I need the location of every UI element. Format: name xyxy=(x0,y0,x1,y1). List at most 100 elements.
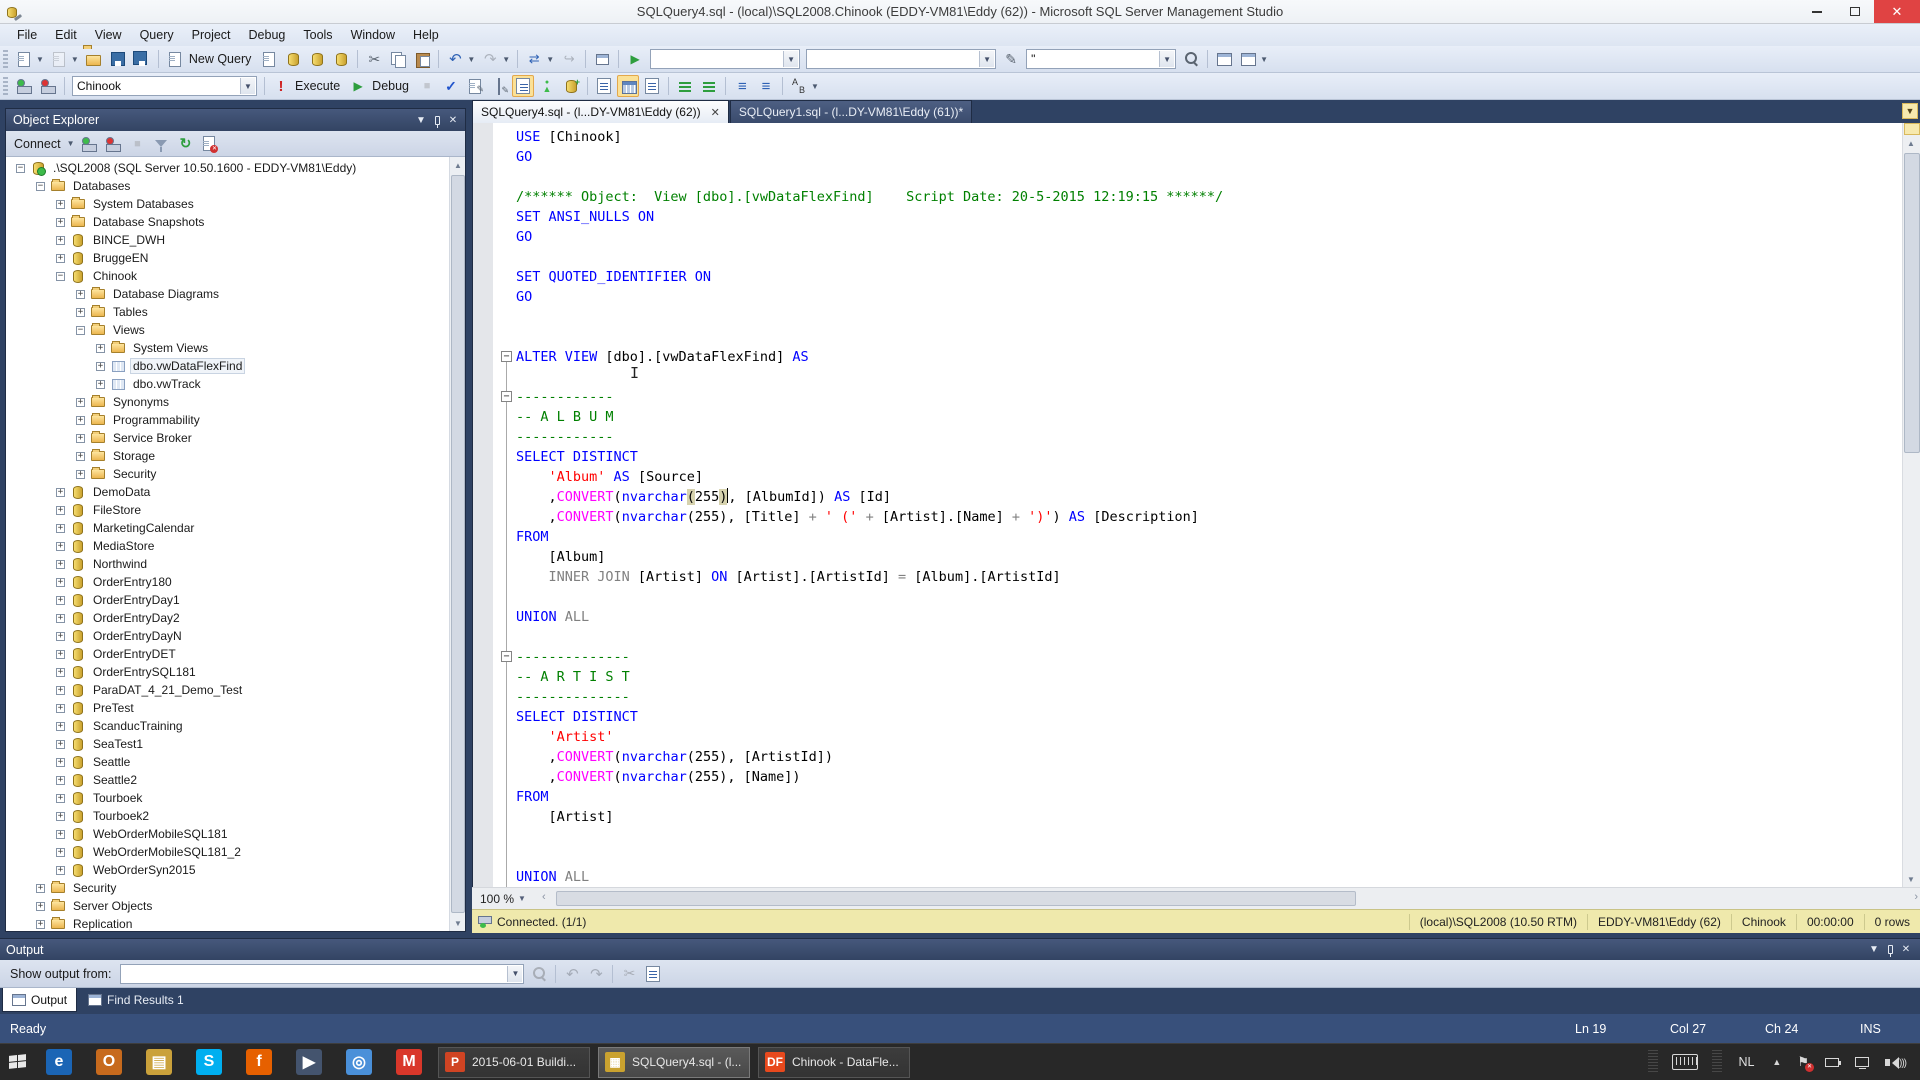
outlook-icon[interactable]: O xyxy=(84,1044,134,1080)
decrease-indent-icon[interactable] xyxy=(731,75,753,97)
taskbar-ssms-button[interactable]: ▦SQLQuery4.sql - (l... xyxy=(598,1047,750,1078)
taskbar-powerpoint-button[interactable]: P2015-06-01 Buildi... xyxy=(438,1047,590,1078)
expand-icon[interactable]: + xyxy=(56,776,65,785)
tree-item[interactable]: +Storage xyxy=(6,447,449,465)
save-all-icon[interactable] xyxy=(131,48,153,70)
taskbar-dataflex-button[interactable]: DFChinook - DataFle... xyxy=(758,1047,910,1078)
previous-message-icon[interactable] xyxy=(561,963,583,985)
tree-item[interactable]: +Service Broker xyxy=(6,429,449,447)
tree-item[interactable]: +OrderEntryDET xyxy=(6,645,449,663)
tree-item[interactable]: +BruggeEN xyxy=(6,249,449,267)
expand-icon[interactable]: + xyxy=(76,398,85,407)
scrollbar-thumb[interactable] xyxy=(556,891,1356,906)
internet-explorer-icon[interactable]: e xyxy=(34,1044,84,1080)
tree-item[interactable]: +Tables xyxy=(6,303,449,321)
menu-debug[interactable]: Debug xyxy=(240,25,295,45)
expand-icon[interactable]: + xyxy=(56,650,65,659)
hidden-icons-arrow-icon[interactable]: ▲ xyxy=(1772,1057,1781,1067)
object-explorer-title-bar[interactable]: Object Explorer ▼ ✕ xyxy=(6,109,465,131)
expand-icon[interactable]: + xyxy=(36,902,45,911)
properties-window-icon[interactable] xyxy=(1237,48,1259,70)
power-icon[interactable] xyxy=(1825,1058,1839,1067)
add-item-icon[interactable] xyxy=(48,48,70,70)
expand-icon[interactable]: + xyxy=(56,758,65,767)
scroll-right-icon[interactable]: › xyxy=(1914,891,1918,903)
undo-icon[interactable] xyxy=(444,48,466,70)
chrome-icon[interactable]: ◎ xyxy=(334,1044,384,1080)
tree-item[interactable]: −.\SQL2008 (SQL Server 10.50.1600 - EDDY… xyxy=(6,159,449,177)
tree-item[interactable]: +Security xyxy=(6,465,449,483)
expand-icon[interactable]: + xyxy=(56,866,65,875)
parse-icon[interactable] xyxy=(440,75,462,97)
tree-item[interactable]: −Chinook xyxy=(6,267,449,285)
tree-item[interactable]: +Northwind xyxy=(6,555,449,573)
toggle-word-wrap-icon[interactable] xyxy=(642,963,664,985)
scroll-up-icon[interactable]: ▲ xyxy=(1903,135,1919,151)
tree-item[interactable]: +dbo.vwDataFlexFind xyxy=(6,357,449,375)
new-query-button-label[interactable]: New Query xyxy=(189,52,252,66)
results-to-text-icon[interactable] xyxy=(593,75,615,97)
firefox-icon[interactable]: f xyxy=(234,1044,284,1080)
debug-label[interactable]: Debug xyxy=(372,79,409,93)
scrollbar-thumb[interactable] xyxy=(451,175,465,913)
navigate-forward-icon[interactable]: ↪ xyxy=(558,48,580,70)
tree-item[interactable]: +Tourboek xyxy=(6,789,449,807)
change-connection-icon[interactable] xyxy=(37,75,59,97)
expand-icon[interactable]: + xyxy=(56,578,65,587)
document-tab-2[interactable]: SQLQuery1.sql - (l...DY-VM81\Eddy (61))* xyxy=(730,100,972,123)
editor-vertical-scrollbar[interactable]: ▲ ▼ xyxy=(1902,123,1920,887)
zoom-level[interactable]: 100 % xyxy=(472,892,518,906)
close-button[interactable]: ✕ xyxy=(1874,0,1920,23)
execute-icon[interactable] xyxy=(270,75,292,97)
skype-icon[interactable]: S xyxy=(184,1044,234,1080)
editor-horizontal-scrollbar[interactable]: ‹ › xyxy=(540,888,1920,909)
tree-item[interactable]: +DemoData xyxy=(6,483,449,501)
start-button[interactable] xyxy=(0,1044,34,1080)
network-icon[interactable] xyxy=(1855,1057,1869,1067)
dropdown-arrow-icon[interactable]: ▼ xyxy=(502,55,510,64)
expand-icon[interactable]: + xyxy=(56,830,65,839)
query-designer-icon[interactable]: ✎ xyxy=(464,75,486,97)
dropdown-arrow-icon[interactable]: ▼ xyxy=(71,55,79,64)
tree-item[interactable]: +Security xyxy=(6,879,449,897)
tree-item[interactable]: +WebOrderMobileSQL181_2 xyxy=(6,843,449,861)
new-query-button[interactable] xyxy=(164,48,186,70)
gmail-icon[interactable]: M xyxy=(384,1044,434,1080)
tree-item[interactable]: +SeaTest1 xyxy=(6,735,449,753)
show-output-from-combo[interactable]: ▼ xyxy=(120,964,524,984)
expand-icon[interactable]: + xyxy=(56,812,65,821)
tree-item[interactable]: +FileStore xyxy=(6,501,449,519)
expand-icon[interactable]: + xyxy=(56,254,65,263)
tree-item[interactable]: +OrderEntry180 xyxy=(6,573,449,591)
tree-item[interactable]: +Database Snapshots xyxy=(6,213,449,231)
scroll-down-icon[interactable]: ▼ xyxy=(1903,871,1919,887)
uncomment-selection-icon[interactable] xyxy=(698,75,720,97)
activity-monitor-icon[interactable] xyxy=(591,48,613,70)
window-position-icon[interactable]: ▼ xyxy=(413,113,429,128)
scrollbar-thumb[interactable] xyxy=(1904,153,1920,453)
scroll-down-icon[interactable]: ▼ xyxy=(450,915,465,931)
collapse-icon[interactable]: − xyxy=(16,164,25,173)
expand-icon[interactable]: + xyxy=(56,218,65,227)
scroll-marker[interactable] xyxy=(1904,123,1920,135)
tab-list-chevron-icon[interactable]: ▼ xyxy=(1902,103,1918,119)
expand-icon[interactable]: + xyxy=(76,308,85,317)
tree-item[interactable]: +Seattle2 xyxy=(6,771,449,789)
fold-collapse-icon[interactable]: − xyxy=(501,651,512,662)
tree-item[interactable]: +OrderEntryDay2 xyxy=(6,609,449,627)
include-actual-execution-plan-icon[interactable] xyxy=(512,75,534,97)
zoom-dropdown-icon[interactable]: ▼ xyxy=(518,894,532,903)
expand-icon[interactable]: + xyxy=(56,542,65,551)
collapse-icon[interactable]: − xyxy=(36,182,45,191)
auto-hide-pin-icon[interactable] xyxy=(429,113,445,128)
output-title-bar[interactable]: Output ▼ ✕ xyxy=(0,938,1920,960)
copy-icon[interactable] xyxy=(387,48,409,70)
maximize-button[interactable] xyxy=(1836,0,1874,23)
object-explorer-scrollbar[interactable]: ▲ ▼ xyxy=(449,157,465,931)
expand-icon[interactable]: + xyxy=(36,884,45,893)
tree-item[interactable]: +MediaStore xyxy=(6,537,449,555)
expand-icon[interactable]: + xyxy=(56,722,65,731)
dropdown-arrow-icon[interactable]: ▼ xyxy=(811,82,819,91)
menu-edit[interactable]: Edit xyxy=(46,25,86,45)
tree-item[interactable]: +ParaDAT_4_21_Demo_Test xyxy=(6,681,449,699)
